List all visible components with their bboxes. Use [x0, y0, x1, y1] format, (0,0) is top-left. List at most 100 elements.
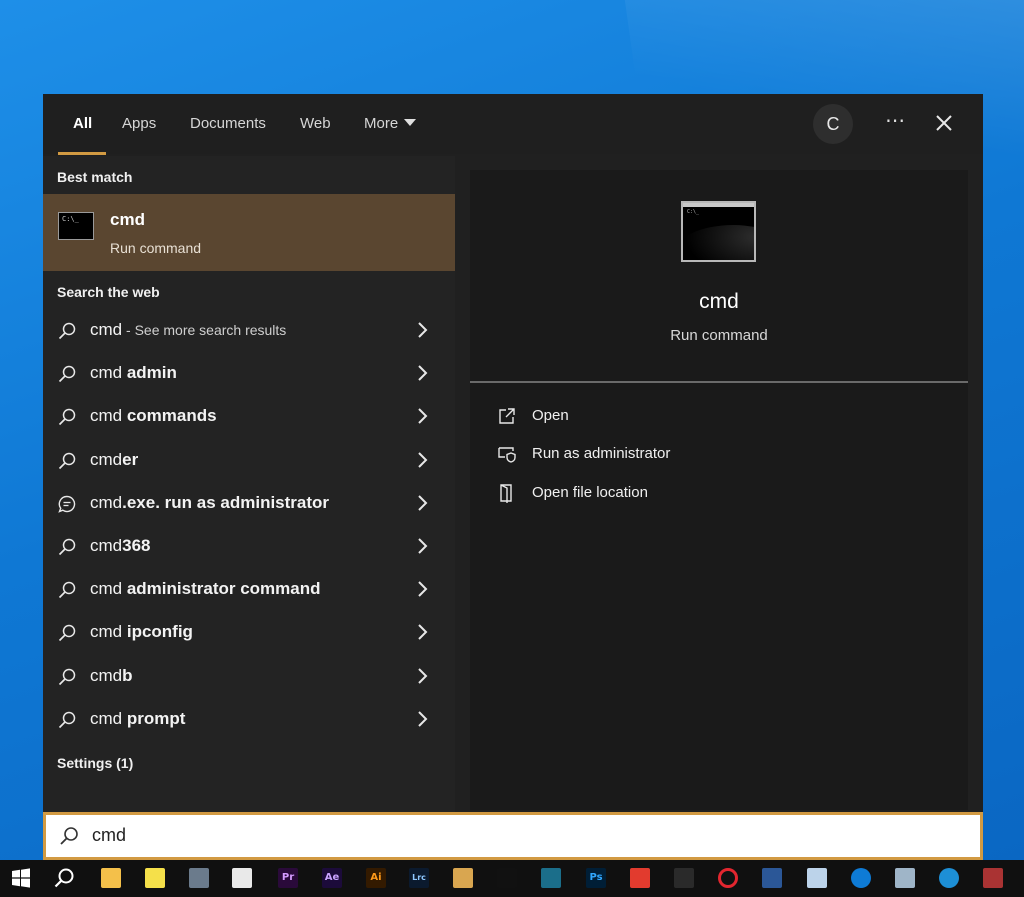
- taskbar-app-photoshop-icon[interactable]: Ps: [586, 868, 606, 888]
- action-open[interactable]: Open: [497, 402, 797, 432]
- taskbar-app-game-app-icon[interactable]: [983, 868, 1003, 888]
- taskbar-app-opera-icon[interactable]: [718, 868, 738, 888]
- query-prefix: cmd: [90, 406, 127, 426]
- best-match-item[interactable]: C:\_ cmd Run command: [43, 194, 455, 271]
- chevron-right-icon[interactable]: [416, 321, 430, 339]
- taskbar-app-blue-app-icon[interactable]: [939, 868, 959, 888]
- tab-more[interactable]: More: [364, 94, 417, 154]
- taskbar-search-icon[interactable]: [52, 866, 76, 890]
- taskbar-app-word-icon[interactable]: [762, 868, 782, 888]
- taskbar-app-snip-tool-icon[interactable]: [232, 868, 252, 888]
- web-result-item[interactable]: cmdb: [43, 655, 455, 698]
- query-suggestion: 368: [122, 536, 151, 555]
- taskbar-app-recorder-icon[interactable]: [674, 868, 694, 888]
- query-prefix: cmd: [90, 708, 127, 728]
- query-suggestion: prompt: [126, 708, 186, 728]
- web-result-label: cmd ipconfig: [90, 622, 193, 642]
- chevron-right-icon[interactable]: [416, 494, 430, 512]
- taskbar-app-illustrator-icon[interactable]: Ai: [366, 868, 386, 888]
- web-result-label: cmd admin: [90, 363, 177, 383]
- tab-web[interactable]: Web: [300, 94, 331, 154]
- taskbar-app-calculator-icon[interactable]: [189, 868, 209, 888]
- search-icon: [58, 538, 76, 556]
- taskbar-app-premiere-pro-icon[interactable]: Pr: [278, 868, 298, 888]
- preview-divider: [470, 381, 968, 383]
- tab-active-indicator: [58, 152, 106, 155]
- web-result-item[interactable]: cmd - See more search results: [43, 309, 455, 352]
- web-result-label: cmder: [90, 450, 138, 470]
- taskbar-app-remote-desktop-icon[interactable]: [895, 868, 915, 888]
- taskbar-app-colorful-app-icon[interactable]: [630, 868, 650, 888]
- tab-all[interactable]: All: [73, 94, 92, 154]
- query-prefix: cmd: [90, 363, 127, 383]
- chevron-right-icon[interactable]: [416, 580, 430, 598]
- chevron-right-icon[interactable]: [416, 710, 430, 728]
- section-best-match: Best match: [57, 169, 133, 185]
- chevron-right-icon[interactable]: [416, 407, 430, 425]
- taskbar-app-edge-icon[interactable]: [851, 868, 871, 888]
- chevron-right-icon[interactable]: [416, 537, 430, 555]
- query-suggestion: commands: [126, 406, 217, 426]
- chat-bubble-icon: [58, 495, 76, 513]
- best-match-subtitle: Run command: [110, 240, 202, 256]
- query-prefix: cmd: [90, 449, 123, 469]
- taskbar-app-media-player-icon[interactable]: [453, 868, 473, 888]
- action-run-as-administrator[interactable]: Run as administrator: [497, 440, 797, 470]
- shield-icon: [498, 447, 516, 463]
- web-result-item[interactable]: cmd commands: [43, 395, 455, 438]
- chevron-right-icon[interactable]: [416, 667, 430, 685]
- tab-apps[interactable]: Apps: [122, 94, 156, 154]
- search-filter-bar: All Apps Documents Web More C ⋯: [43, 94, 983, 155]
- query-suggestion: er: [122, 449, 139, 469]
- query-prefix: cmd: [90, 622, 127, 642]
- search-box[interactable]: cmd: [43, 812, 983, 860]
- account-avatar[interactable]: C: [813, 104, 853, 144]
- web-result-label: cmdb: [90, 666, 133, 686]
- chevron-right-icon[interactable]: [416, 623, 430, 641]
- section-search-web: Search the web: [57, 284, 160, 300]
- web-result-item[interactable]: cmd administrator command: [43, 568, 455, 611]
- web-result-item[interactable]: cmd admin: [43, 352, 455, 395]
- preview-card: C:\_ cmd Run command: [470, 170, 968, 383]
- taskbar-app-notepad-icon[interactable]: [807, 868, 827, 888]
- query-suggestion: admin: [126, 363, 177, 383]
- web-result-label: cmd commands: [90, 406, 217, 426]
- query-suggestion: .exe. run as administrator: [122, 492, 330, 512]
- chevron-right-icon[interactable]: [416, 364, 430, 382]
- web-result-label: cmd administrator command: [90, 579, 321, 599]
- web-result-item[interactable]: cmd prompt: [43, 698, 455, 741]
- caret-down-icon: [404, 119, 417, 126]
- web-result-item[interactable]: cmd.exe. run as administrator: [43, 482, 455, 525]
- section-settings[interactable]: Settings (1): [57, 755, 133, 771]
- start-search-window: All Apps Documents Web More C ⋯ Best mat…: [43, 94, 983, 860]
- web-result-item[interactable]: cmd368: [43, 525, 455, 568]
- web-result-item[interactable]: cmd ipconfig: [43, 611, 455, 654]
- query-prefix: cmd: [90, 320, 123, 339]
- web-result-label: cmd prompt: [90, 709, 185, 729]
- search-icon: [58, 711, 76, 728]
- open-icon: [499, 408, 515, 424]
- taskbar-app-after-effects-icon[interactable]: Ae: [322, 868, 342, 888]
- web-result-label: cmd368: [90, 536, 151, 556]
- search-icon: [58, 581, 76, 599]
- taskbar-app-file-explorer-icon[interactable]: [101, 868, 121, 888]
- search-icon: [58, 322, 76, 340]
- taskbar-app-tiktok-icon[interactable]: [497, 868, 517, 888]
- close-icon[interactable]: [929, 108, 959, 138]
- action-open-file-location[interactable]: Open file location: [497, 479, 797, 509]
- results-pane: Best match C:\_ cmd Run command Search t…: [43, 156, 455, 812]
- taskbar-app-app-panel-icon[interactable]: [541, 868, 561, 888]
- taskbar-app-sticky-notes-icon[interactable]: [145, 868, 165, 888]
- taskbar-app-lightroom-classic-icon[interactable]: Lrc: [409, 868, 429, 888]
- windows-start-icon[interactable]: [9, 866, 33, 890]
- web-result-item[interactable]: cmder: [43, 439, 455, 482]
- chevron-right-icon[interactable]: [416, 451, 430, 469]
- query-prefix: cmd: [90, 665, 123, 685]
- search-input[interactable]: cmd: [92, 825, 126, 846]
- action-open-file-location-label: Open file location: [532, 484, 648, 501]
- more-options-icon[interactable]: ⋯: [881, 110, 909, 138]
- query-prefix: cmd: [90, 492, 123, 512]
- search-icon: [60, 827, 78, 845]
- tab-documents[interactable]: Documents: [190, 94, 266, 154]
- preview-pane: C:\_ cmd Run command Open Run as adminis…: [470, 170, 968, 810]
